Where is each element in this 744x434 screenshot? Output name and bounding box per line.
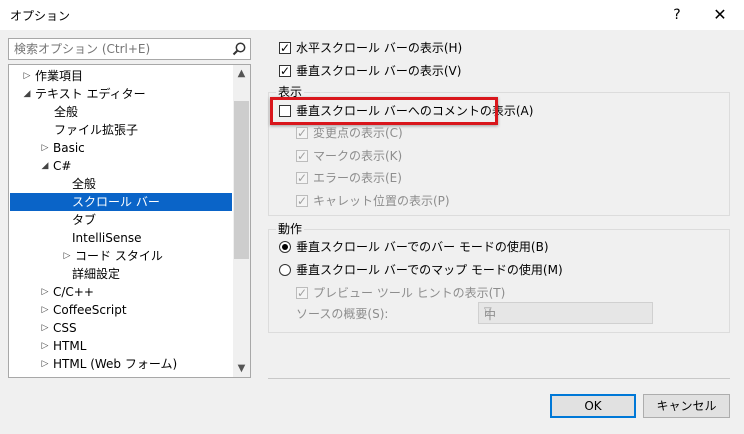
tree-item[interactable]: 全般 [54, 103, 78, 121]
tree-item-label: テキスト エディター [35, 87, 146, 101]
divider [268, 378, 730, 379]
tree-item-label: HTML [53, 339, 87, 353]
options-tree[interactable]: ▷ 作業項目 ◢ テキスト エディター 全般 ファイル拡張子 ▷ Basic ◢ C# 全般 スクロー… [8, 64, 251, 378]
marks-label: マークの表示(K) [313, 149, 403, 163]
tree-item-label: C/C++ [53, 285, 94, 299]
expanded-arrow-icon[interactable]: ◢ [39, 157, 51, 175]
radio-icon[interactable] [279, 241, 291, 253]
horizontal-scrollbar-label: 水平スクロール バーの表示(H) [296, 41, 463, 55]
tree-item-label: HTML (Web フォーム) [53, 357, 178, 371]
tree-item[interactable]: ▷ CSS [42, 319, 77, 337]
checkbox-icon[interactable] [296, 192, 308, 210]
checkbox-icon[interactable] [296, 147, 308, 165]
tree-item-label: 作業項目 [35, 69, 84, 83]
collapsed-arrow-icon[interactable]: ▷ [39, 337, 51, 355]
tree-scrollbar[interactable]: ▲ ▼ [233, 65, 250, 377]
tree-item[interactable]: ◢ テキスト エディター [24, 85, 146, 103]
tree-item-label: 全般 [54, 105, 79, 119]
preview-tooltip-label: プレビュー ツール ヒントの表示(T) [313, 286, 506, 300]
tree-item[interactable]: タブ [72, 211, 96, 229]
tree-item-label: スクロール バー [72, 195, 160, 209]
tree-item-label: IntelliSense [72, 231, 142, 245]
highlight-frame [270, 97, 498, 125]
tree-item-label: 全般 [72, 177, 97, 191]
tree-item-label: 詳細設定 [72, 267, 121, 281]
vertical-scrollbar-label: 垂直スクロール バーの表示(V) [296, 64, 462, 78]
collapsed-arrow-icon[interactable]: ▷ [39, 139, 51, 157]
tree-item[interactable]: ▷ C/C++ [42, 283, 94, 301]
search-input[interactable] [9, 39, 224, 59]
title-bar [0, 0, 744, 30]
tree-item[interactable]: IntelliSense [72, 229, 141, 247]
source-overview-select[interactable]: 中 ▽ [478, 302, 653, 324]
radio-icon[interactable] [279, 264, 291, 276]
tree-item[interactable]: ▷ HTML [42, 337, 87, 355]
map-mode-label: 垂直スクロール バーでのマップ モードの使用(M) [296, 263, 563, 277]
window-title: オプション [10, 9, 71, 23]
tree-item-label: CSS [53, 321, 77, 335]
collapsed-arrow-icon[interactable]: ▷ [39, 301, 51, 319]
expanded-arrow-icon[interactable]: ◢ [21, 85, 33, 103]
bar-mode-label: 垂直スクロール バーでのバー モードの使用(B) [296, 240, 549, 254]
collapsed-arrow-icon[interactable]: ▷ [61, 247, 73, 265]
tree-item[interactable]: ▷ コード スタイル [64, 247, 163, 265]
tree-item[interactable]: 全般 [72, 175, 96, 193]
search-box[interactable] [8, 38, 251, 60]
collapsed-arrow-icon[interactable]: ▷ [39, 355, 51, 373]
cancel-button[interactable]: キャンセル [643, 394, 730, 418]
checkbox-icon[interactable] [296, 284, 308, 302]
tree-item[interactable]: ▷ HTML (Web フォーム) [42, 355, 178, 373]
tree-item[interactable]: ▷ CoffeeScript [42, 301, 127, 319]
search-icon[interactable] [231, 41, 247, 57]
scroll-down-icon[interactable]: ▼ [233, 360, 250, 377]
tree-item[interactable]: ▷ 作業項目 [24, 67, 84, 85]
collapsed-arrow-icon[interactable]: ▷ [39, 319, 51, 337]
tree-item-label: コード スタイル [75, 249, 163, 263]
chevron-down-icon: ▽ [484, 306, 492, 317]
tree-item[interactable]: ◢ C# [42, 157, 72, 175]
checkbox-icon[interactable] [296, 124, 308, 142]
tree-item[interactable]: 詳細設定 [72, 265, 120, 283]
scroll-thumb[interactable] [234, 101, 249, 259]
checkbox-icon[interactable] [296, 169, 308, 187]
changes-label: 変更点の表示(C) [313, 126, 403, 140]
scroll-up-icon[interactable]: ▲ [233, 65, 250, 82]
tree-item[interactable]: ファイル拡張子 [54, 121, 138, 139]
close-button[interactable]: ✕ [708, 4, 732, 26]
behavior-group-label: 動作 [276, 220, 305, 237]
checkbox-icon[interactable] [279, 39, 291, 57]
source-overview-label: ソースの概要(S): [296, 307, 389, 321]
help-button[interactable]: ? [667, 4, 687, 26]
tree-item-label: C# [53, 159, 72, 173]
tree-item[interactable]: スクロール バー [10, 193, 232, 211]
tree-item-label: CoffeeScript [53, 303, 127, 317]
tree-item-label: Basic [53, 141, 85, 155]
errors-label: エラーの表示(E) [313, 171, 402, 185]
tree-item-label: タブ [72, 213, 97, 227]
collapsed-arrow-icon[interactable]: ▷ [39, 283, 51, 301]
collapsed-arrow-icon[interactable]: ▷ [21, 67, 33, 85]
tree-item[interactable]: ▷ Basic [42, 139, 85, 157]
tree-item-label: ファイル拡張子 [54, 123, 139, 137]
ok-button[interactable]: OK [550, 394, 636, 418]
caret-label: キャレット位置の表示(P) [313, 194, 450, 208]
checkbox-icon[interactable] [279, 62, 291, 80]
